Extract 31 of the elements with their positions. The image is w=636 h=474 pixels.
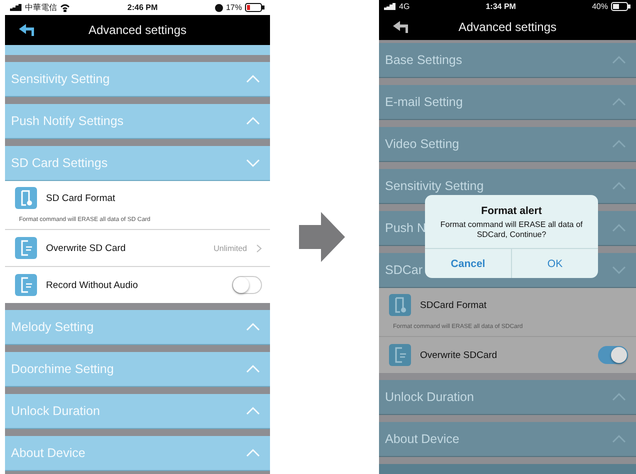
section-title: Base Settings	[385, 53, 462, 67]
row-label: Overwrite SDCard	[420, 350, 498, 360]
section-title: Unlock Duration	[385, 390, 474, 404]
section-title: Doorchime Setting	[11, 362, 114, 376]
section-title: About Device	[11, 446, 86, 460]
carrier-name: 4G	[399, 2, 410, 12]
battery-percent: 40%	[592, 2, 608, 12]
row-label: SD Card Format	[46, 192, 116, 204]
screen-title: Advanced settings	[457, 20, 558, 34]
section-title: Push N	[385, 221, 426, 235]
section-title: Unlock Duration	[11, 404, 100, 418]
battery-percent: 17%	[226, 3, 242, 12]
section-title: Melody Setting	[11, 320, 94, 334]
section-title: Sensitivity Setting	[385, 179, 484, 193]
section-title: Video Setting	[385, 137, 460, 151]
carrier-name: 中華電信	[25, 2, 57, 13]
row-label: SDCard Format	[420, 300, 488, 310]
status-time: 1:34 PM	[486, 2, 516, 12]
status-time: 2:46 PM	[127, 3, 158, 12]
section-title: About Device	[385, 432, 460, 446]
section-title: SD Card Settings	[11, 156, 108, 170]
row-value: Unlimited	[214, 244, 247, 252]
section-title: Sensitivity Setting	[11, 72, 110, 86]
screen-title: Advanced settings	[87, 23, 188, 37]
dialog-title: Format alert	[481, 205, 542, 217]
dialog-message: Format command will ERASE all data of SDCard, Continue?	[439, 219, 584, 241]
section-title: E-mail Setting	[385, 95, 463, 109]
row-label: Overwrite SD Card	[46, 242, 127, 254]
row-label: Record Without Audio	[46, 280, 139, 290]
section-title: SDCar	[385, 263, 423, 277]
section-title: Push Notify Settings	[11, 114, 124, 128]
